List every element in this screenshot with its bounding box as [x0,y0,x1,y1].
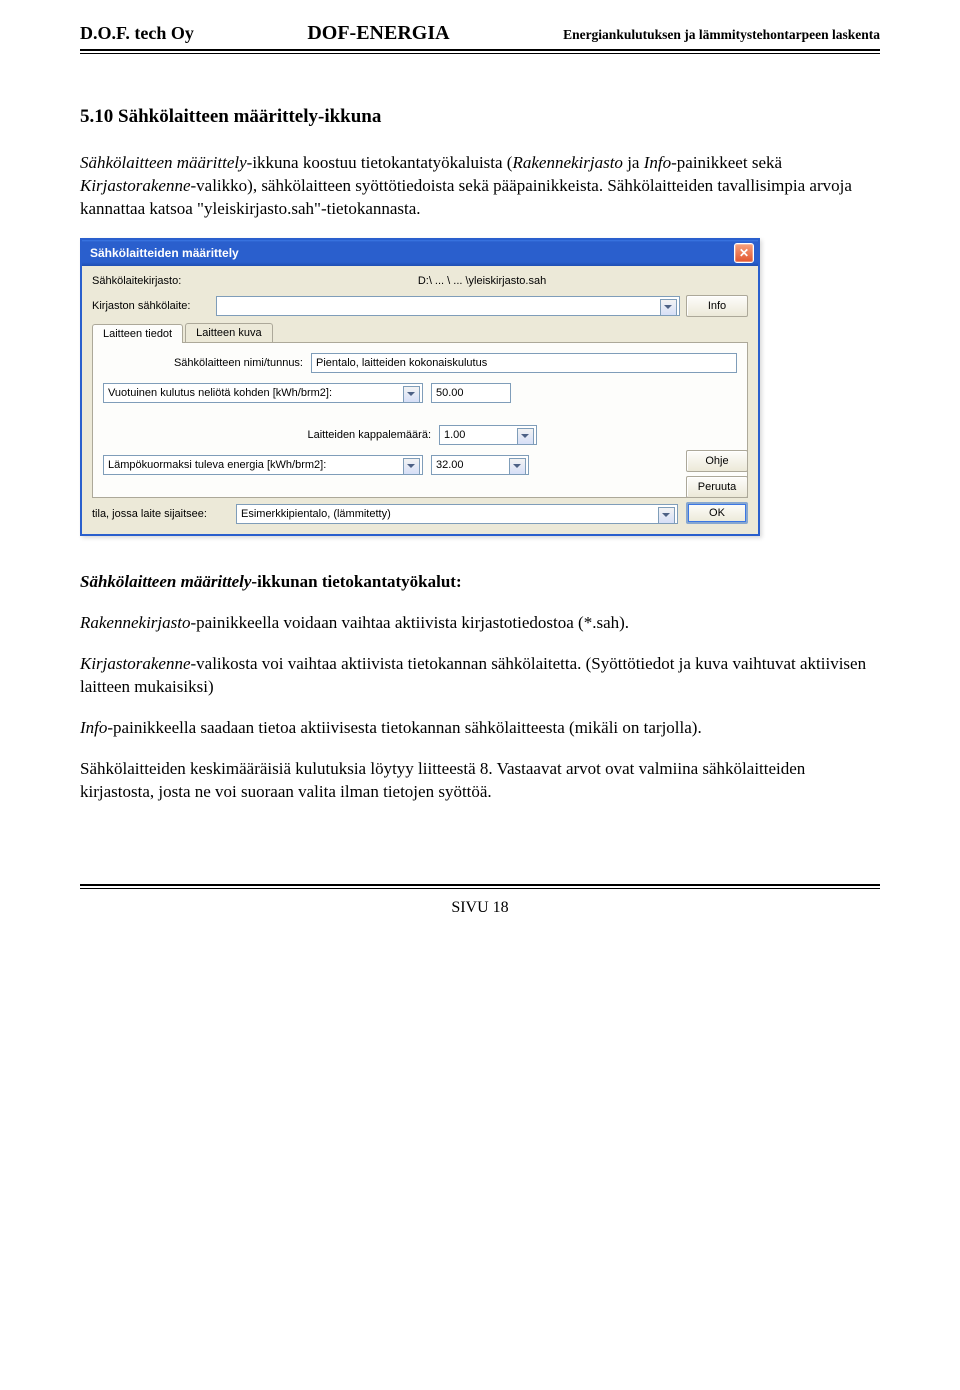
name-input[interactable]: Pientalo, laitteiden kokonaiskulutus [311,353,737,373]
p2-tail: -valikosta voi vaihtaa aktiivista tietok… [80,654,866,696]
tools-subheading-italic: Sähkölaitteen määrittely [80,572,251,591]
section-title: 5.10 Sähkölaitteen määrittely-ikkuna [80,104,880,130]
para-kirjastorakenne: Kirjastorakenne-valikosta voi vaihtaa ak… [80,653,880,699]
dialog-window: Sähkölaitteiden määrittely ✕ Sähkölaitek… [80,238,760,536]
tab-device-image[interactable]: Laitteen kuva [185,323,272,342]
library-path: D:\ ... \ ... \yleiskirjasto.sah [216,274,748,289]
room-label: tila, jossa laite sijaitsee: [92,507,230,522]
p1-tail: -painikkeella voidaan vaihtaa aktiivista… [190,613,629,632]
help-button[interactable]: Ohje [686,450,748,472]
tab-device-image-label: Laitteen kuva [196,327,261,339]
name-label: Sähkölaitteen nimi/tunnus: [103,356,303,371]
ok-button[interactable]: OK [686,502,748,524]
intro-italic-4: Kirjastorakenne [80,176,191,195]
count-label: Laitteiden kappalemäärä: [103,428,431,443]
intro-text-4: -valikko), sähkölaitteen syöttötiedoista… [80,176,852,218]
count-input[interactable]: 1.00 [439,425,537,445]
cancel-button[interactable]: Peruuta [686,476,748,498]
para-info: Info-painikkeella saadaan tietoa aktiivi… [80,717,880,740]
annual-value-input[interactable]: 50.00 [431,383,511,403]
dialog-titlebar[interactable]: Sähkölaitteiden määrittely ✕ [82,240,758,266]
intro-text-1: -ikkuna koostuu tietokantatyökaluista ( [247,153,513,172]
dialog-body: Sähkölaitekirjasto: D:\ ... \ ... \yleis… [82,266,758,534]
row-count: Laitteiden kappalemäärä: 1.00 [103,425,737,445]
intro-text-3: -painikkeet sekä [671,153,782,172]
info-button[interactable]: Info [686,295,748,317]
library-label: Sähkölaitekirjasto: [92,274,210,289]
header-rule [80,53,880,54]
footer-rule-1 [80,884,880,886]
tab-strip: Laitteen tiedot Laitteen kuva [92,323,748,342]
info-button-label: Info [708,300,726,312]
dialog-bottom: tila, jossa laite sijaitsee: Esimerkkipi… [92,504,748,524]
tools-subheading-tail: -ikkunan tietokantatyökalut: [251,572,461,591]
close-icon: ✕ [739,245,749,261]
ok-button-label: OK [709,507,725,519]
tab-device-info-label: Laitteen tiedot [103,328,172,340]
device-select-combo[interactable] [216,296,680,316]
close-button[interactable]: ✕ [734,243,754,263]
header-center: DOF-ENERGIA [307,20,449,47]
doc-header: D.O.F. tech Oy DOF-ENERGIA Energiankulut… [80,20,880,51]
para-appendix: Sähkölaitteiden keskimääräisiä kulutuksi… [80,758,880,804]
page-number: SIVU 18 [80,889,880,919]
intro-italic-1: Sähkölaitteen määrittely [80,153,247,172]
heat-label: Lämpökuormaksi tuleva energia [kWh/brm2]… [108,459,326,471]
annual-label: Vuotuinen kulutus neliötä kohden [kWh/br… [108,387,332,399]
intro-italic-2: Rakennekirjasto [512,153,622,172]
p3-tail: -painikkeella saadaan tietoa aktiivisest… [107,718,701,737]
room-value: Esimerkkipientalo, (lämmitetty) [241,508,391,520]
heat-value: 32.00 [436,459,464,471]
cancel-button-label: Peruuta [698,481,737,493]
annual-label-combo[interactable]: Vuotuinen kulutus neliötä kohden [kWh/br… [103,383,423,403]
room-row: tila, jossa laite sijaitsee: Esimerkkipi… [92,504,678,524]
tab-pane: Sähkölaitteen nimi/tunnus: Pientalo, lai… [92,342,748,498]
device-select-label: Kirjaston sähkölaite: [92,299,210,314]
p3-italic: Info [80,718,107,737]
right-button-column: Ohje Peruuta OK [686,450,748,524]
intro-italic-3: Info [644,153,671,172]
row-name: Sähkölaitteen nimi/tunnus: Pientalo, lai… [103,353,737,373]
header-left: D.O.F. tech Oy [80,21,194,45]
row-heat: Lämpökuormaksi tuleva energia [kWh/brm2]… [103,455,737,475]
room-combo[interactable]: Esimerkkipientalo, (lämmitetty) [236,504,678,524]
row-library: Sähkölaitekirjasto: D:\ ... \ ... \yleis… [92,274,748,289]
dialog-title: Sähkölaitteiden määrittely [90,245,239,261]
para-rakennekirjasto: Rakennekirjasto-painikkeella voidaan vai… [80,612,880,635]
heat-label-combo[interactable]: Lämpökuormaksi tuleva energia [kWh/brm2]… [103,455,423,475]
tab-device-info[interactable]: Laitteen tiedot [92,324,183,343]
header-right: Energiankulutuksen ja lämmitystehontarpe… [563,26,880,44]
count-value: 1.00 [444,429,465,441]
row-annual: Vuotuinen kulutus neliötä kohden [kWh/br… [103,383,737,403]
tools-subheading: Sähkölaitteen määrittely-ikkunan tietoka… [80,571,880,594]
annual-value: 50.00 [436,387,464,399]
p1-italic: Rakennekirjasto [80,613,190,632]
p2-italic: Kirjastorakenne [80,654,191,673]
doc-footer: SIVU 18 [80,884,880,919]
intro-text-2: ja [623,153,644,172]
intro-paragraph: Sähkölaitteen määrittely-ikkuna koostuu … [80,152,880,221]
help-button-label: Ohje [705,455,728,467]
heat-value-input[interactable]: 32.00 [431,455,529,475]
name-value: Pientalo, laitteiden kokonaiskulutus [316,357,487,369]
row-device-select: Kirjaston sähkölaite: Info [92,295,748,317]
